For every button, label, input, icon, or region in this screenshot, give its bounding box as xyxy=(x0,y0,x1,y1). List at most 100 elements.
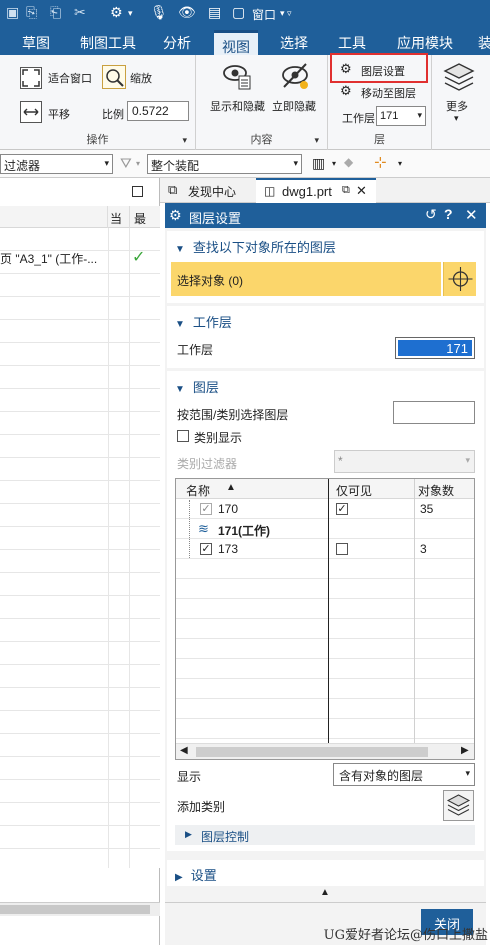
window-icon[interactable]: ▢ xyxy=(232,4,245,21)
tab-applications[interactable]: 应用模块 xyxy=(397,33,453,53)
table-row[interactable]: ✓ 173 3 xyxy=(176,540,474,559)
scale-input[interactable]: 0.5722 xyxy=(127,101,189,121)
object-count: 3 xyxy=(420,542,427,556)
microphone-icon[interactable]: 🎙 xyxy=(150,4,168,21)
display-select[interactable]: 含有对象的图层 ▾ xyxy=(333,763,475,786)
layers-stack-icon xyxy=(442,61,475,91)
type-filter-select[interactable]: 过滤器 ▾ xyxy=(0,154,113,174)
horizontal-scrollbar[interactable] xyxy=(0,902,160,916)
layer-visible-checkbox[interactable]: ✓ xyxy=(200,503,212,515)
select-options-icon[interactable]: ▥ xyxy=(312,155,325,172)
tab-sketch[interactable]: 草图 xyxy=(22,33,50,53)
table-row[interactable]: ✓ 170 ✓ 35 xyxy=(176,500,474,558)
gear-icon: ⚙ xyxy=(169,207,182,223)
sheet-row-label[interactable]: 页 "A3_1" (工作-... xyxy=(0,250,106,267)
find-layer-section-header[interactable]: ▼ 查找以下对象所在的图层 xyxy=(175,237,336,256)
paste-icon[interactable]: ⎗ xyxy=(50,4,61,21)
dialog-title: 图层设置 xyxy=(189,211,242,226)
tab-select[interactable]: 选择 xyxy=(280,33,308,53)
fit-window-icon xyxy=(20,67,42,89)
navigator-rows xyxy=(0,228,160,868)
settings-section[interactable]: ▶ 设置 xyxy=(167,860,484,886)
tab-analysis[interactable]: 分析 xyxy=(163,33,191,53)
select-object-row[interactable]: 选择对象 (0) xyxy=(171,262,441,296)
object-count: 35 xyxy=(420,502,434,516)
help-icon[interactable]: ? xyxy=(444,206,453,222)
assembly-scope-select[interactable]: 整个装配 ▾ xyxy=(147,154,302,174)
collapse-triangle-icon: ▼ xyxy=(175,384,185,395)
collapse-triangle-icon: ▼ xyxy=(175,244,185,255)
layer-visible-checkbox[interactable]: ✓ xyxy=(200,543,212,555)
close-icon[interactable]: ✕ xyxy=(465,206,478,224)
work-layer-select[interactable]: 171 ▾ xyxy=(376,106,426,126)
col-visible-only-header[interactable]: 仅可见 xyxy=(336,482,372,499)
scroll-thumb[interactable] xyxy=(196,747,428,757)
work-layer-section-header[interactable]: ▼ 工作层 xyxy=(175,312,232,331)
range-select-input[interactable] xyxy=(393,401,475,424)
fit-window-button[interactable]: 适合窗口 xyxy=(48,70,92,86)
chevron-down-icon[interactable]: ▾ xyxy=(136,159,140,168)
col-last-header[interactable]: 最 xyxy=(134,210,146,227)
chevron-down-icon[interactable]: ▾ ▿ xyxy=(280,8,292,19)
chevron-down-icon[interactable]: ▾ xyxy=(314,135,319,146)
tab-overflow[interactable]: 装 xyxy=(478,33,490,53)
chevron-down-icon: ▾ xyxy=(465,455,470,465)
reset-icon[interactable]: ↺ xyxy=(425,206,437,223)
maximize-icon[interactable] xyxy=(132,186,143,197)
table-row[interactable]: ≋ 171(工作) xyxy=(176,520,474,539)
layer-settings-button[interactable]: 图层设置 xyxy=(361,63,405,79)
scroll-left-icon[interactable]: ◀ xyxy=(180,745,188,756)
move-to-layer-button[interactable]: 移动至图层 xyxy=(361,85,416,101)
category-filter-select[interactable]: * ▾ xyxy=(334,450,475,473)
collapse-up-icon[interactable]: ▲ xyxy=(320,887,330,898)
zoom-button[interactable]: 缩放 xyxy=(130,70,152,86)
range-select-label: 按范围/类别选择图层 xyxy=(177,408,289,422)
layout-icon[interactable]: ▤ xyxy=(208,4,221,21)
col-name-header[interactable]: 名称 xyxy=(186,482,210,499)
visible-only-checkbox[interactable] xyxy=(336,543,348,555)
copy-icon[interactable]: ⎘ xyxy=(26,4,37,21)
settings-section-header[interactable]: ▶ 设置 xyxy=(175,865,217,884)
window-menu-label[interactable]: 窗口 xyxy=(252,6,276,23)
scale-label: 比例 xyxy=(102,109,124,121)
scroll-right-icon[interactable]: ▶ xyxy=(461,745,469,756)
close-icon[interactable]: ✕ xyxy=(356,183,367,199)
snap-icon[interactable]: ◆ xyxy=(344,155,353,169)
snap-point-icon[interactable]: ⊹ xyxy=(374,153,387,171)
layers-stack-icon xyxy=(446,794,471,816)
chevron-down-icon[interactable]: ▾ xyxy=(332,159,336,168)
eye-icon[interactable]: 👁 xyxy=(178,4,196,21)
layer-control-subsection[interactable]: ▶ 图层控制 xyxy=(175,825,475,845)
tab-discovery-center[interactable]: 发现中心 xyxy=(188,183,236,200)
table-horizontal-scrollbar[interactable]: ◀ ▶ xyxy=(176,743,474,759)
chevron-down-icon[interactable]: ▾ xyxy=(182,135,187,146)
category-display-label: 类别显示 xyxy=(194,431,243,445)
layers-section-header[interactable]: ▼ 图层 xyxy=(175,377,219,396)
pan-button[interactable]: 平移 xyxy=(48,106,70,122)
tab-tools[interactable]: 工具 xyxy=(338,33,366,53)
visible-only-checkbox[interactable]: ✓ xyxy=(336,503,348,515)
filter-icon[interactable]: ⛛ xyxy=(120,155,132,172)
tab-drafting-tools[interactable]: 制图工具 xyxy=(80,33,136,53)
navigator-header: 当 最 xyxy=(0,206,160,228)
gear-icon[interactable]: ⚙ xyxy=(110,4,123,21)
col-object-count-header[interactable]: 对象数 xyxy=(418,482,454,499)
sort-ascending-icon[interactable]: ▲ xyxy=(226,482,236,493)
chevron-down-icon[interactable]: ▾ xyxy=(454,113,459,124)
instant-hide-button[interactable]: 立即隐藏 xyxy=(272,98,316,114)
work-layer-input[interactable]: 171 xyxy=(395,337,475,359)
layer-control-label: 图层控制 xyxy=(201,830,250,844)
tab-view[interactable]: 视图 xyxy=(214,30,258,55)
category-display-checkbox[interactable] xyxy=(177,430,189,442)
save-icon[interactable]: ▣ xyxy=(6,4,19,21)
show-hide-button[interactable]: 显示和隐藏 xyxy=(210,98,265,114)
chevron-down-icon[interactable]: ▾ xyxy=(398,159,402,168)
more-button[interactable]: 更多 xyxy=(446,98,468,114)
chevron-down-icon[interactable]: ▾ xyxy=(128,8,133,19)
add-category-button[interactable] xyxy=(443,790,474,821)
crosshair-button[interactable] xyxy=(443,262,476,296)
col-current-header[interactable]: 当 xyxy=(110,210,122,227)
cut-icon[interactable]: ✂ xyxy=(74,4,86,21)
layer-name: 170 xyxy=(218,502,239,516)
tab-dwg1[interactable]: ◫ dwg1.prt ⧉ ✕ xyxy=(256,178,376,203)
